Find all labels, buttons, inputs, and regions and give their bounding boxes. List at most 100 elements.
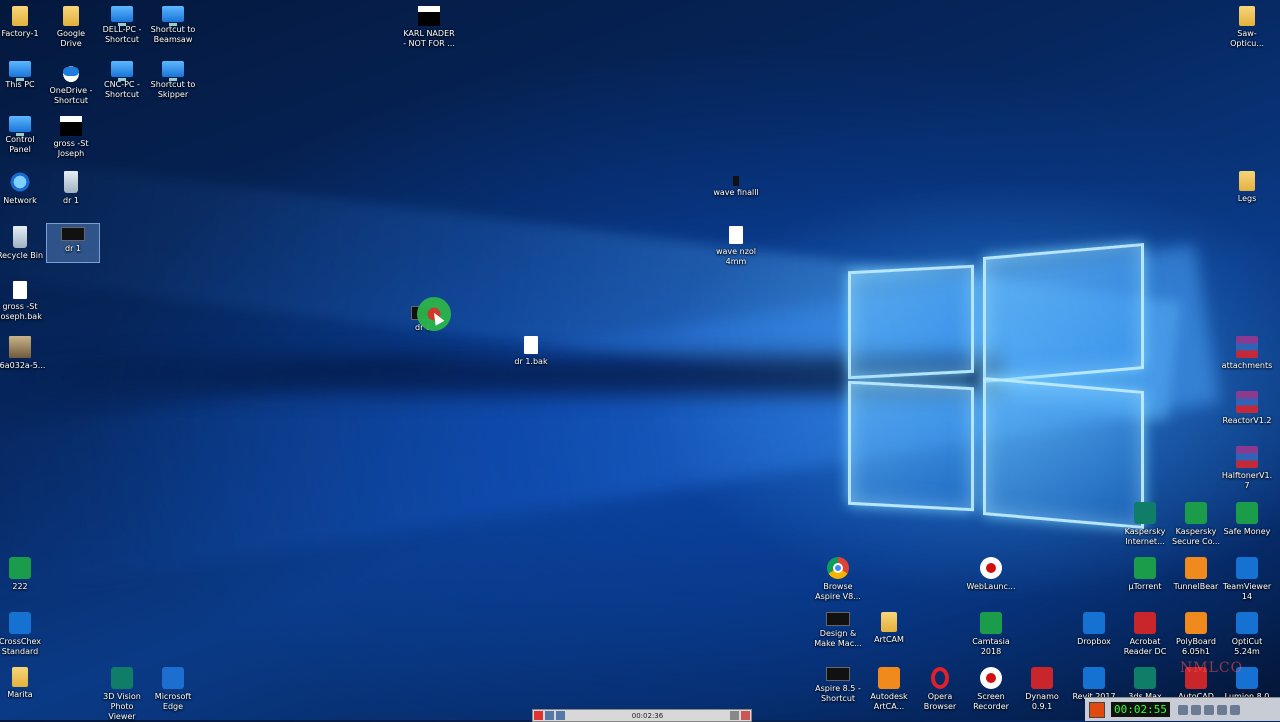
desktop-icon-crosschex[interactable]: CrossChex Standard [0, 612, 46, 657]
desktop-icon-wave-finalll[interactable]: wave finalll [710, 176, 762, 198]
recorder-toolbar[interactable]: 00:02:36 [532, 709, 752, 722]
desktop-icon-teamviewer[interactable]: TeamViewer 14 [1221, 557, 1273, 602]
desktop-icon-safe-money[interactable]: Safe Money [1221, 502, 1273, 537]
desktop-icon-dynamo[interactable]: Dynamo 0.9.1 [1016, 667, 1068, 712]
dropdown-icon[interactable] [730, 711, 739, 720]
tray-icons[interactable] [1177, 704, 1243, 715]
desktop-icon-google-drive[interactable]: Google Drive [45, 6, 97, 49]
image-file-icon [9, 336, 31, 358]
control-panel-icon [9, 116, 31, 136]
desktop-icon-artcam[interactable]: ArtCAM [863, 612, 915, 645]
acrobat-icon [1134, 612, 1156, 634]
desktop-icon-beamsaw[interactable]: Shortcut to Beamsaw [147, 6, 199, 45]
polyboard-icon [1185, 612, 1207, 634]
close-icon[interactable] [741, 711, 750, 720]
desktop-icon-this-pc[interactable]: This PC [0, 61, 46, 90]
desktop-icon-222[interactable]: 222 [0, 557, 46, 592]
desktop-icon-reactor[interactable]: ReactorV1.2 [1221, 391, 1273, 426]
desktop-icon-3d-vision[interactable]: 3D Vision Photo Viewer [96, 667, 148, 722]
dropbox-icon [1083, 612, 1105, 634]
desktop-icon-control-panel[interactable]: Control Panel [0, 116, 46, 155]
desktop-icon-dropbox[interactable]: Dropbox [1068, 612, 1120, 647]
desktop-icon-opticut[interactable]: OptiCut 5.24m [1221, 612, 1273, 657]
desktop-icon-edge[interactable]: Microsoft Edge [147, 667, 199, 712]
camtasia-icon [980, 612, 1002, 634]
camera-icon[interactable] [556, 711, 565, 720]
desktop-icon-network[interactable]: Network [0, 171, 46, 206]
dxf-file-icon [64, 171, 78, 193]
network-icon [9, 171, 31, 193]
desktop-icon-wave-nzol[interactable]: wave nzol 4mm [710, 226, 762, 267]
folder-icon [1239, 171, 1255, 191]
desktop-icon-onedrive[interactable]: OneDrive - Shortcut [45, 61, 97, 106]
desktop-icon-screen-recorder[interactable]: Screen Recorder [965, 667, 1017, 712]
desktop-icon-marita[interactable]: Marita [0, 667, 46, 700]
desktop-icon-skipper[interactable]: Shortcut to Skipper [147, 61, 199, 100]
computer-icon [9, 61, 31, 81]
archive-icon [1236, 336, 1258, 358]
desktop-icon-dr1-dxf[interactable]: dr 1 [45, 171, 97, 206]
desktop-icon-tunnelbear[interactable]: TunnelBear [1170, 557, 1222, 592]
3ds-max-icon [1134, 667, 1156, 689]
google-drive-icon [63, 6, 79, 26]
desktop-icon-utorrent[interactable]: µTorrent [1119, 557, 1171, 592]
edge-icon [162, 667, 184, 689]
desktop-icon-saw-opticut[interactable]: Saw-Opticu... [1221, 6, 1273, 49]
desktop-icon-attachments[interactable]: attachments [1221, 336, 1273, 371]
desktop-icon-dr1-selected[interactable]: dr 1 [46, 223, 100, 263]
dynamo-icon [1031, 667, 1053, 689]
desktop-icon-76a032a[interactable]: 76a032a-5... [0, 336, 46, 371]
pause-icon[interactable] [545, 711, 554, 720]
desktop-icon-dell-pc[interactable]: DELL-PC - Shortcut [96, 6, 148, 45]
teamviewer-icon [1236, 557, 1258, 579]
desktop-icon-camtasia[interactable]: Camtasia 2018 [965, 612, 1017, 657]
folder-icon [12, 667, 28, 687]
excel-icon [9, 557, 31, 579]
desktop-icon-opera[interactable]: Opera Browser [914, 667, 966, 712]
windows-logo [838, 228, 1153, 530]
computer-icon [111, 61, 133, 81]
artcam-icon [878, 667, 900, 689]
record-stop-icon[interactable] [534, 711, 543, 720]
desktop-icon-acrobat[interactable]: Acrobat Reader DC [1119, 612, 1171, 657]
drawing-file-icon [418, 6, 440, 26]
desktop-icon-gross-bak[interactable]: gross -St Joseph.bak [0, 281, 46, 322]
desktop-icon-cnc-pc[interactable]: CNC-PC - Shortcut [96, 61, 148, 100]
desktop-icon-weblauncher[interactable]: WebLaunc... [965, 557, 1017, 592]
desktop-icon-legs[interactable]: Legs [1221, 171, 1273, 204]
desktop-icon-aspire-85[interactable]: Aspire 8.5 - Shortcut [812, 667, 864, 704]
folder-icon [881, 612, 897, 632]
folder-icon [1239, 6, 1255, 26]
desktop-icon-browse-aspire[interactable]: Browse Aspire V8... [812, 557, 864, 602]
desktop-icon-kaspersky-secure[interactable]: Kaspersky Secure Co... [1170, 502, 1222, 547]
desktop-icon-karl-nader[interactable]: KARL NADER - NOT FOR ... [403, 6, 455, 49]
computer-icon [111, 6, 133, 26]
desktop-icon-gross-st-joseph[interactable]: gross -St Joseph [45, 116, 97, 159]
desktop-icon-dr1-bak[interactable]: dr 1.bak [505, 336, 557, 367]
drawing-file-icon [733, 176, 739, 186]
aspire-icon [826, 667, 850, 681]
tray-clock: 00:02:55 [1111, 702, 1170, 717]
desktop-icon-polyboard[interactable]: PolyBoard 6.05h1 [1170, 612, 1222, 657]
file-icon [13, 281, 27, 299]
stop-recording-icon[interactable] [1089, 701, 1105, 718]
desktop-icon-design-make[interactable]: Design & Make Mac... [812, 612, 864, 649]
recycle-bin-icon [13, 226, 27, 248]
design-make-icon [826, 612, 850, 626]
computer-icon [162, 6, 184, 26]
photo-viewer-icon [111, 667, 133, 689]
desktop-icon-kaspersky-internet[interactable]: Kaspersky Internet... [1119, 502, 1171, 547]
desktop-icon-halftoner[interactable]: HalftonerV1.7 [1221, 446, 1273, 491]
watermark: NMLCO [1180, 660, 1244, 676]
archive-icon [1236, 391, 1258, 413]
utorrent-icon [1134, 557, 1156, 579]
desktop-icon-autodesk-artcam[interactable]: Autodesk ArtCA... [863, 667, 915, 712]
safe-money-icon [1236, 502, 1258, 524]
kaspersky-icon [1185, 502, 1207, 524]
opera-icon [931, 667, 949, 689]
tunnelbear-icon [1185, 557, 1207, 579]
desktop-icon-factory-1[interactable]: Factory-1 [0, 6, 46, 39]
desktop-icon-recycle-bin[interactable]: Recycle Bin [0, 226, 46, 261]
revit-icon [1083, 667, 1105, 689]
recorder-timer: 00:02:36 [631, 711, 664, 720]
